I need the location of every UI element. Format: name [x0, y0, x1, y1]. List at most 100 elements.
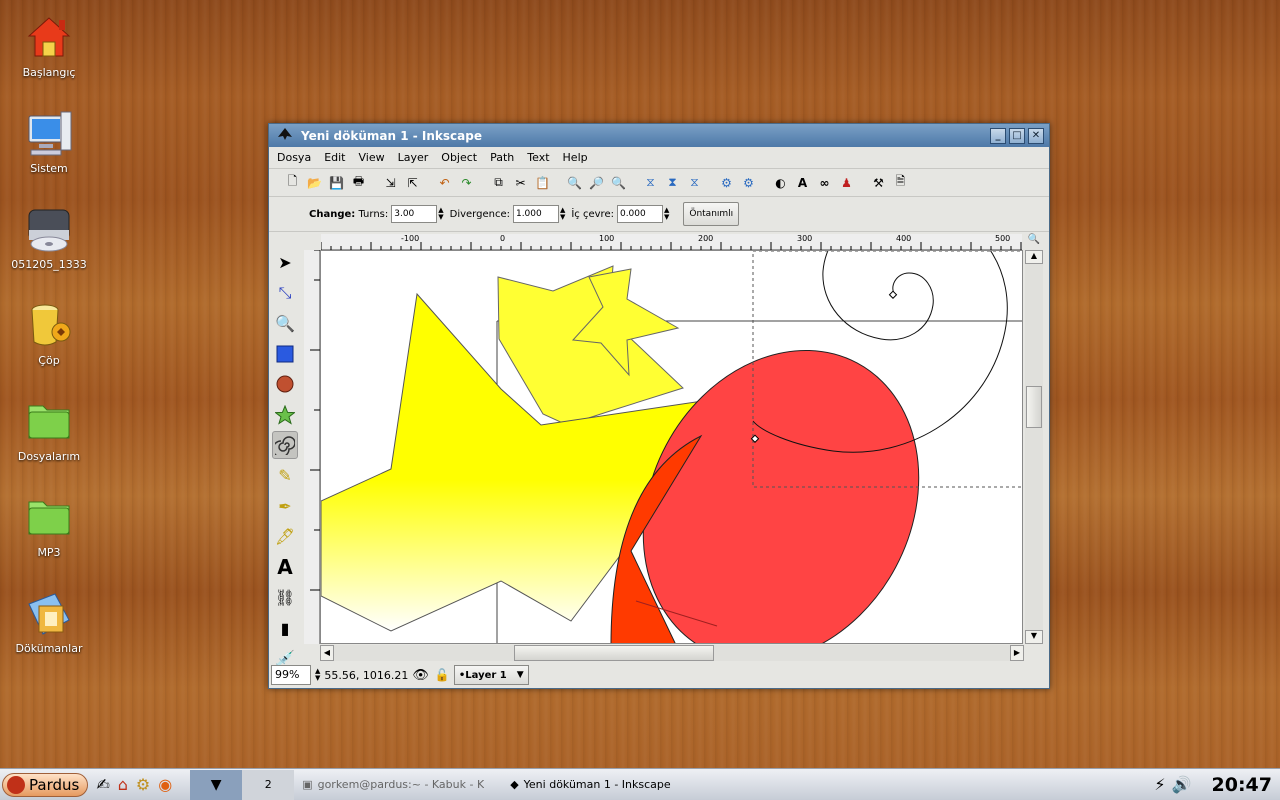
unlink-clone-icon[interactable]: ⧖: [685, 173, 704, 192]
close-button[interactable]: ✕: [1028, 127, 1044, 144]
scroll-up-icon[interactable]: ▲: [1025, 250, 1043, 264]
home-icon[interactable]: ⌂: [118, 775, 128, 794]
clone-icon[interactable]: ⧗: [663, 173, 682, 192]
group-icon[interactable]: ⚙: [717, 173, 736, 192]
turns-input[interactable]: [391, 205, 438, 223]
calligraphy-tool-icon[interactable]: 🖋: [272, 523, 298, 551]
volume-icon[interactable]: 🔊: [1172, 775, 1192, 794]
pencil-tool-icon[interactable]: ✎: [272, 462, 298, 490]
eye-icon[interactable]: 👁: [412, 668, 429, 683]
desktop-icon-system[interactable]: Sistem: [0, 110, 98, 175]
divergence-spinner-icon[interactable]: ▲ ▼: [560, 207, 565, 221]
connector-tool-icon[interactable]: ⛓: [272, 584, 298, 612]
desktop-icon-documents[interactable]: Dökümanlar: [0, 590, 98, 655]
pager-desktop-2[interactable]: 2: [242, 769, 295, 800]
cut-icon[interactable]: ✂: [511, 173, 530, 192]
minimize-button[interactable]: _: [990, 127, 1006, 144]
chevron-down-icon: ▼: [516, 670, 524, 680]
zoom-selection-icon[interactable]: 🔍: [565, 173, 584, 192]
print-icon[interactable]: 🖶: [349, 173, 368, 192]
menu-view[interactable]: View: [359, 151, 385, 164]
new-document-icon[interactable]: 🗋: [283, 173, 302, 192]
ungroup-icon[interactable]: ⚙: [739, 173, 758, 192]
drawing-canvas[interactable]: [320, 250, 1023, 644]
horizontal-scrollbar[interactable]: ◀ ▶: [320, 645, 1024, 661]
text-tool-icon[interactable]: A: [272, 553, 298, 581]
vertical-scrollbar[interactable]: ▲ ▼: [1025, 250, 1043, 644]
konqueror-icon[interactable]: ⚙: [136, 775, 150, 794]
desktop-icon-mp3[interactable]: MP3: [0, 494, 98, 559]
spiral-inner-handle[interactable]: [888, 290, 898, 299]
zoom-spinner-icon[interactable]: ▲ ▼: [315, 668, 320, 682]
save-icon[interactable]: 💾: [327, 173, 346, 192]
redo-icon[interactable]: ↷: [457, 173, 476, 192]
zoom-drawing-icon[interactable]: 🔎: [587, 173, 606, 192]
start-button[interactable]: Pardus: [2, 772, 89, 797]
star-tool-icon[interactable]: [272, 401, 298, 429]
maximize-button[interactable]: □: [1009, 127, 1025, 144]
menu-text[interactable]: Text: [527, 151, 549, 164]
xml-editor-icon[interactable]: ∞: [815, 173, 834, 192]
desktop-icon-home[interactable]: Başlangıç: [0, 14, 98, 79]
desktop-icon-trash[interactable]: Çöp: [0, 302, 98, 367]
pen-tool-icon[interactable]: ✒: [272, 492, 298, 520]
align-icon[interactable]: ♟: [837, 173, 856, 192]
text-font-icon[interactable]: A: [793, 173, 812, 192]
horizontal-scroll-thumb[interactable]: [514, 645, 714, 661]
firefox-icon[interactable]: ◉: [158, 775, 172, 794]
scroll-down-icon[interactable]: ▼: [1025, 630, 1043, 644]
zoom-tool-icon[interactable]: 🔍: [272, 309, 298, 337]
system-tray-icon[interactable]: ⚡: [1154, 775, 1165, 794]
duplicate-icon[interactable]: ⧖: [641, 173, 660, 192]
show-desktop-icon[interactable]: ✍: [96, 775, 109, 794]
divergence-input[interactable]: [512, 205, 559, 223]
lock-icon[interactable]: 🔓: [435, 668, 450, 682]
desktop-icon-cdrom[interactable]: 051205_1333: [0, 206, 98, 271]
import-icon[interactable]: ⇲: [381, 173, 400, 192]
open-icon[interactable]: 📂: [305, 173, 324, 192]
vertical-scroll-thumb[interactable]: [1026, 386, 1042, 428]
task-inkscape[interactable]: ◆ Yeni döküman 1 - Inkscape: [502, 770, 702, 800]
menu-layer[interactable]: Layer: [398, 151, 429, 164]
spiral-tool-icon[interactable]: [272, 431, 298, 459]
home-icon: [25, 14, 73, 62]
defaults-button[interactable]: Öntanımlı: [683, 202, 740, 226]
menu-dosya[interactable]: Dosya: [277, 151, 311, 164]
document-properties-icon[interactable]: 🗎: [891, 173, 910, 192]
menu-edit[interactable]: Edit: [324, 151, 345, 164]
paste-icon[interactable]: 📋: [533, 173, 552, 192]
zoom-page-icon[interactable]: 🔍: [609, 173, 628, 192]
copy-icon[interactable]: ⧉: [489, 173, 508, 192]
task-konsole[interactable]: ▣ gorkem@pardus:~ - Kabuk - K: [294, 770, 502, 800]
preferences-icon[interactable]: ⚒: [869, 173, 888, 192]
layer-selector[interactable]: •Layer 1 ▼: [453, 665, 529, 685]
inner-radius-input[interactable]: [616, 205, 663, 223]
zoom-field[interactable]: 99%: [271, 665, 311, 685]
menu-bar: Dosya Edit View Layer Object Path Text H…: [269, 147, 1049, 169]
desktop-icon-dosyalarim[interactable]: Dosyalarım: [0, 398, 98, 463]
menu-help[interactable]: Help: [563, 151, 588, 164]
ellipse-tool-icon[interactable]: [272, 370, 298, 398]
gradient-tool-icon[interactable]: ▮: [272, 614, 298, 642]
scroll-left-icon[interactable]: ◀: [320, 645, 334, 661]
node-tool-icon[interactable]: ⤡: [272, 279, 298, 307]
menu-path[interactable]: Path: [490, 151, 514, 164]
scroll-right-icon[interactable]: ▶: [1010, 645, 1024, 661]
folder-icon: [25, 494, 73, 542]
star-shape-small[interactable]: [497, 265, 684, 426]
turns-spinner-icon[interactable]: ▲ ▼: [438, 207, 443, 221]
fill-stroke-icon[interactable]: ◐: [771, 173, 790, 192]
toolbox: ➤ ⤡ 🔍 ✎ ✒ 🖋 A ⛓ ▮ 💉: [272, 248, 302, 668]
export-icon[interactable]: ⇱: [403, 173, 422, 192]
rectangle-tool-icon[interactable]: [272, 340, 298, 368]
ruler-label: 100: [599, 234, 615, 243]
spiral-tool-controls: Change: Turns: ▲▼ Divergence: ▲▼ İç çevr…: [269, 197, 1049, 232]
undo-icon[interactable]: ↶: [435, 173, 454, 192]
menu-object[interactable]: Object: [441, 151, 477, 164]
inner-radius-spinner-icon[interactable]: ▲ ▼: [664, 207, 669, 221]
pager-desktop-1[interactable]: ▼: [190, 769, 243, 800]
computer-icon: [25, 110, 73, 158]
zoom-corner-icon[interactable]: 🔍: [1025, 234, 1043, 250]
selector-tool-icon[interactable]: ➤: [272, 248, 298, 276]
title-bar[interactable]: Yeni döküman 1 - Inkscape _ □ ✕: [269, 124, 1049, 147]
